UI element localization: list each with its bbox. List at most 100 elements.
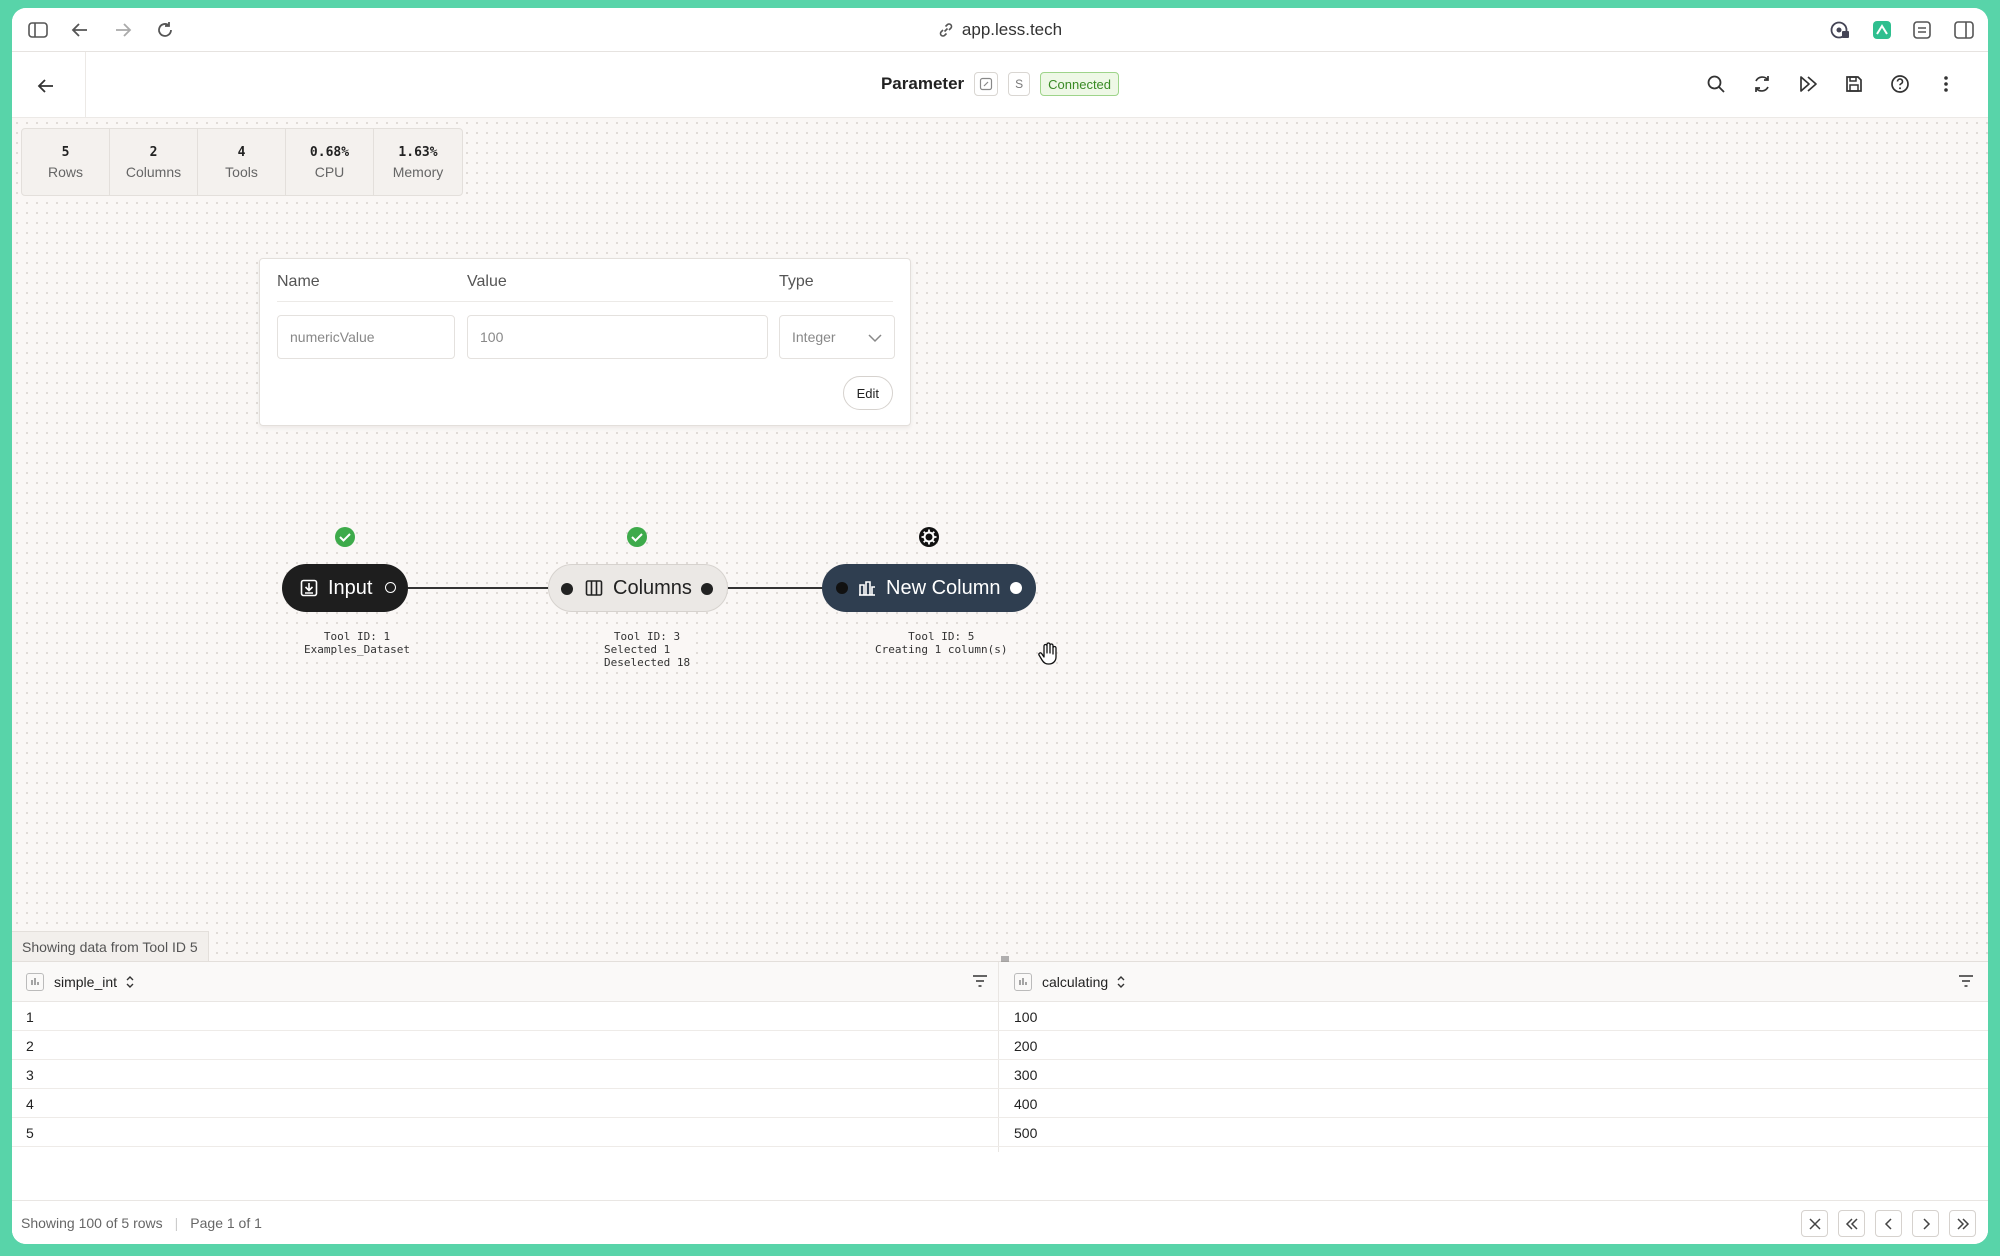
- parameter-name-field[interactable]: numericValue: [277, 315, 455, 359]
- table-row: 5 500: [12, 1118, 1988, 1147]
- rename-button[interactable]: [974, 72, 999, 96]
- pagination-controls: [1801, 1210, 1976, 1237]
- output-port[interactable]: [385, 582, 396, 593]
- meta-line: Tool ID: 5: [908, 630, 975, 643]
- table-cell: 5: [26, 1125, 34, 1141]
- refresh-icon[interactable]: [1750, 72, 1774, 96]
- node-new-column[interactable]: New Column: [822, 564, 1036, 612]
- next-page-icon[interactable]: [1912, 1210, 1939, 1237]
- column-name: simple_int: [54, 974, 118, 990]
- table-row: 1 100: [12, 1002, 1988, 1031]
- table-cell: 100: [1014, 1009, 1038, 1025]
- connection-status-badge: Connected: [1040, 72, 1120, 96]
- first-page-icon[interactable]: [1838, 1210, 1865, 1237]
- node-columns-meta: Tool ID: 3 Selected 1 Deselected 18: [600, 628, 695, 671]
- more-options-icon[interactable]: [1934, 72, 1958, 96]
- tab-switch-icon[interactable]: [1910, 18, 1934, 42]
- table-cell: 400: [1014, 1096, 1038, 1112]
- table-cell: 200: [1014, 1038, 1038, 1054]
- output-port[interactable]: [1010, 582, 1022, 594]
- chevron-down-icon: [868, 330, 882, 346]
- page-title: Parameter: [880, 74, 965, 93]
- stat-label: Rows: [47, 163, 83, 180]
- stat-label: Memory: [392, 163, 444, 180]
- table-cell: 4: [26, 1096, 34, 1112]
- search-icon[interactable]: [1704, 72, 1728, 96]
- data-source-label: Showing data from Tool ID 5: [12, 931, 209, 961]
- value-column-header: Value: [467, 273, 507, 290]
- parameter-panel: Name Value Type numericValue 100 Integer…: [259, 258, 911, 426]
- hand-cursor-icon: [1038, 642, 1057, 665]
- save-icon[interactable]: [1842, 72, 1866, 96]
- table-footer: Showing 100 of 5 rows | Page 1 of 1: [12, 1200, 1988, 1244]
- sort-icon[interactable]: [1116, 975, 1126, 989]
- input-port[interactable]: [561, 583, 573, 595]
- parameter-value-field[interactable]: 100: [467, 315, 768, 359]
- stat-cpu: 0.68% CPU: [286, 129, 374, 195]
- address-bar[interactable]: app.less.tech: [12, 20, 1988, 43]
- table-cell: 2: [26, 1038, 34, 1054]
- meta-line: Deselected 18: [604, 656, 691, 669]
- type-column-header: Type: [779, 273, 814, 290]
- table-cell: 3: [26, 1067, 34, 1083]
- workflow-canvas[interactable]: 5 Rows 2 Columns 4 Tools 0.68% CPU 1.63%…: [12, 118, 1988, 961]
- password-extension-icon[interactable]: [1828, 18, 1852, 42]
- run-icon[interactable]: [1796, 72, 1820, 96]
- stat-label: Tools: [225, 163, 258, 180]
- link-icon: [938, 22, 954, 43]
- meta-line: Tool ID: 3: [613, 630, 681, 643]
- stat-label: CPU: [314, 163, 345, 180]
- app-header: Parameter S Connected: [12, 52, 1988, 118]
- previous-page-icon[interactable]: [1875, 1210, 1902, 1237]
- table-row: 2 200: [12, 1031, 1988, 1060]
- table-header: simple_int calculating: [12, 962, 1988, 1002]
- success-check-icon: [627, 527, 647, 547]
- stat-rows: 5 Rows: [22, 129, 110, 195]
- stat-columns: 2 Columns: [110, 129, 198, 195]
- node-label: Input: [328, 576, 373, 599]
- column-header-simple-int[interactable]: simple_int: [26, 962, 135, 1002]
- stats-bar: 5 Rows 2 Columns 4 Tools 0.68% CPU 1.63%…: [21, 128, 463, 196]
- edit-button[interactable]: Edit: [842, 376, 893, 410]
- row-count-text: Showing 100 of 5 rows: [21, 1215, 163, 1231]
- stat-value: 1.63%: [398, 144, 438, 160]
- edit-note-icon: [980, 77, 993, 91]
- last-page-icon[interactable]: [1949, 1210, 1976, 1237]
- filter-icon[interactable]: [1958, 974, 1974, 993]
- filter-icon[interactable]: [972, 974, 988, 993]
- help-icon[interactable]: [1888, 72, 1912, 96]
- import-icon: [300, 579, 318, 597]
- page-text: Page 1 of 1: [190, 1215, 262, 1231]
- column-header-calculating[interactable]: calculating: [1014, 962, 1126, 1002]
- stat-value: 4: [237, 144, 246, 160]
- browser-toolbar: app.less.tech: [12, 8, 1988, 52]
- meta-line: Creating 1 column(s): [875, 643, 1008, 656]
- stat-value: 2: [149, 144, 158, 160]
- table-row: 4 400: [12, 1089, 1988, 1118]
- input-port[interactable]: [836, 582, 848, 594]
- table-cell: 1: [26, 1009, 34, 1025]
- output-port[interactable]: [701, 583, 713, 595]
- app-extension-icon[interactable]: [1870, 18, 1894, 42]
- stat-tools: 4 Tools: [198, 129, 286, 195]
- header-actions: [1704, 72, 1958, 96]
- node-input[interactable]: Input: [282, 564, 408, 612]
- stat-value: 5: [61, 144, 70, 160]
- stat-memory: 1.63% Memory: [374, 129, 462, 195]
- split-view-icon[interactable]: [1952, 18, 1976, 42]
- app-window: app.less.tech Parameter S Connected 5 Ro…: [12, 8, 1988, 1244]
- separator: |: [174, 1215, 179, 1231]
- node-label: New Column: [886, 576, 1001, 599]
- close-icon[interactable]: [1801, 1210, 1828, 1237]
- columns-icon: [585, 579, 603, 597]
- node-columns[interactable]: Columns: [548, 564, 728, 612]
- panel-divider: [277, 301, 893, 302]
- sort-icon[interactable]: [125, 975, 135, 989]
- shortcut-chip[interactable]: S: [1008, 72, 1031, 96]
- table-cell: 300: [1014, 1067, 1038, 1083]
- meta-line: Examples_Dataset: [304, 643, 410, 656]
- parameter-type-select[interactable]: Integer: [779, 315, 895, 359]
- pagination-info: Showing 100 of 5 rows | Page 1 of 1: [21, 1215, 262, 1231]
- stat-label: Columns: [125, 163, 182, 180]
- configure-gear-icon[interactable]: [918, 526, 940, 548]
